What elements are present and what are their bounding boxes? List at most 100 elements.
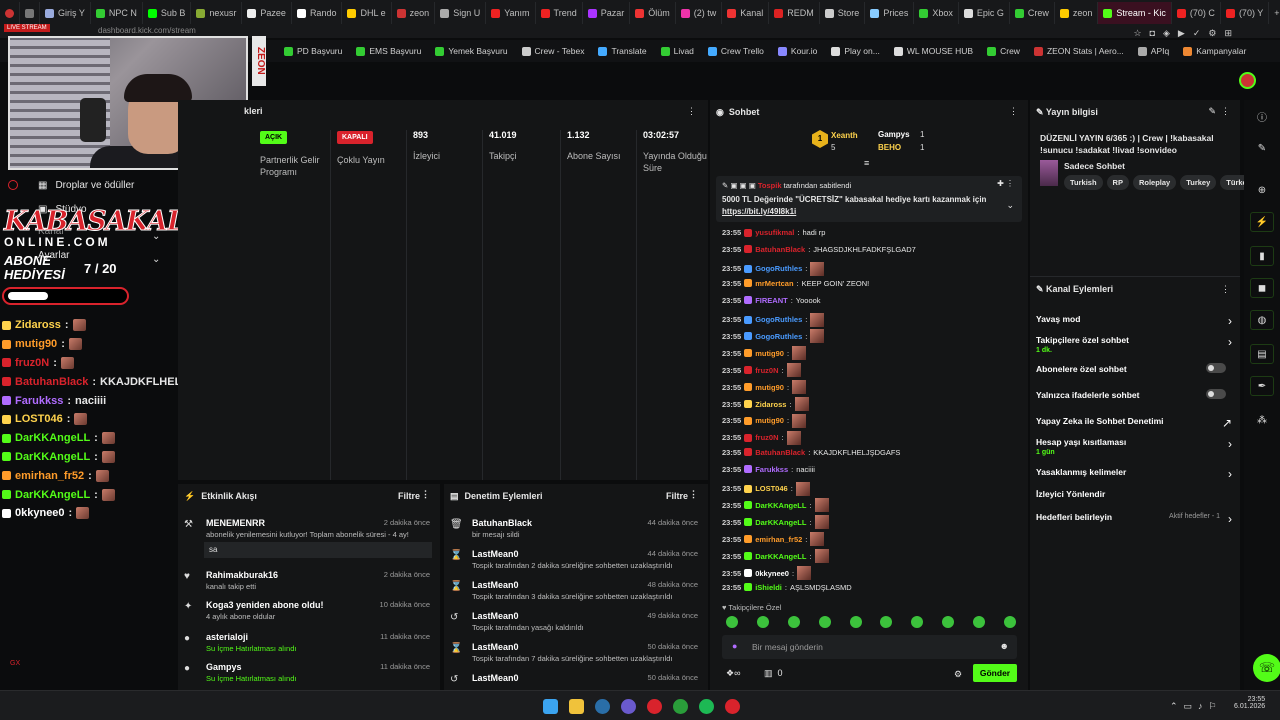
chat-username[interactable]: fruz0N	[755, 433, 778, 442]
chat-message[interactable]: 23:55 fruz0N:	[722, 363, 801, 378]
pin-icon[interactable]: ✚ ⋮	[997, 179, 1014, 188]
more-icon[interactable]: ⋮	[1009, 106, 1018, 117]
tag-pill[interactable]: Turkey	[1180, 175, 1217, 190]
bookmark[interactable]: Kampanyalar	[1183, 46, 1246, 56]
bookmark[interactable]: Translate	[598, 46, 647, 56]
chevron-right-icon[interactable]: ›	[1228, 335, 1232, 349]
chevron-down-icon[interactable]: ⌄	[1006, 200, 1014, 211]
chat-username[interactable]: GogoRuthles	[755, 332, 802, 341]
channel-action-row[interactable]: Hedefleri belirleyin › Aktif hedefler - 1	[1036, 512, 1232, 526]
chevron-right-icon[interactable]: ›	[1228, 437, 1232, 451]
bookmark[interactable]: Yemek Başvuru	[435, 46, 508, 56]
channel-action-row[interactable]: Takipçilere özel sohbet 1 dk. ›	[1036, 335, 1232, 354]
lightning-icon[interactable]: ⚡	[1250, 212, 1274, 232]
browser-tab[interactable]: DHL e	[342, 2, 392, 24]
browser-tab[interactable]: Yanım	[486, 2, 536, 24]
browser-tab[interactable]: (70) Y	[1221, 2, 1270, 24]
chat-username[interactable]: emirhan_fr52	[755, 535, 802, 544]
chat-username[interactable]: DarKKAngeLL	[755, 552, 806, 561]
more-icon[interactable]: ⋮	[687, 106, 696, 117]
discord-icon[interactable]	[621, 699, 636, 714]
chat-username[interactable]: BatuhanBlack	[755, 448, 805, 457]
browser-tab[interactable]: Ölüm	[630, 2, 676, 24]
browser-tab[interactable]: Prices	[865, 2, 915, 24]
chat-message[interactable]: 23:55 mutig90:	[722, 346, 807, 361]
browser-tab[interactable]: Giriş Y	[40, 2, 91, 24]
windows-start-icon[interactable]	[543, 699, 558, 714]
chat-message[interactable]: 23:55 LOST046:	[722, 481, 810, 496]
top-gifter-name[interactable]: Gampys	[878, 130, 910, 139]
channel-action-row[interactable]: Yalnızca ifadelerle sohbet	[1036, 389, 1232, 400]
more-icon[interactable]: ⋮	[689, 489, 698, 500]
pinned-message[interactable]: ✎ ▣ ▣ ▣ Tospik tarafından sabitlendi 500…	[716, 176, 1022, 222]
emote-icon[interactable]	[911, 616, 924, 628]
browser-tab[interactable]: Epic G	[959, 2, 1010, 24]
chat-message[interactable]: 23:55 iShieldi: AŞLSMDŞLASMD	[722, 583, 852, 592]
toggle-switch[interactable]	[1206, 363, 1226, 373]
opera-gx-icon[interactable]	[647, 699, 662, 714]
browser-tab[interactable]: Xbox	[914, 2, 959, 24]
bookmark[interactable]: APIq	[1137, 46, 1169, 56]
chat-username[interactable]: GogoRuthles	[755, 264, 802, 273]
spotify-icon[interactable]	[699, 699, 714, 714]
external-link-icon[interactable]: ↗	[1222, 416, 1232, 430]
chat-username[interactable]: DarKKAngeLL	[755, 518, 806, 527]
chat-username[interactable]: BatuhanBlack	[755, 245, 805, 254]
bookmark[interactable]: Crew Trello	[707, 46, 764, 56]
chat-message[interactable]: 23:55 0kkynee0:	[722, 566, 812, 580]
obs-icon[interactable]	[725, 699, 740, 714]
browser-tab[interactable]: (70) C	[1172, 2, 1221, 24]
browser-tab[interactable]: Store	[820, 2, 866, 24]
file-explorer-icon[interactable]	[569, 699, 584, 714]
stream-category[interactable]: Sadece Sohbet	[1064, 161, 1125, 171]
chat-username[interactable]: mrMertcan	[755, 279, 793, 288]
chat-message[interactable]: 23:55 DarKKAngeLL:	[722, 549, 829, 564]
gear-icon[interactable]: ⚙	[954, 669, 962, 680]
browser-tab[interactable]: zeon	[1055, 2, 1099, 24]
browser-tab[interactable]: Rando	[292, 2, 343, 24]
chat-username[interactable]: mutig90	[755, 349, 784, 358]
stack-icon[interactable]: ▤	[1250, 344, 1274, 364]
gift-icon[interactable]: ❖∞	[726, 668, 740, 679]
chat-username[interactable]: Farukkss	[755, 465, 788, 474]
browser-tab[interactable]: zeon	[392, 2, 436, 24]
bookmark[interactable]: PD Başvuru	[284, 46, 342, 56]
chat-message[interactable]: 23:55 DarKKAngeLL:	[722, 515, 829, 530]
new-tab-button[interactable]: +	[1269, 2, 1280, 24]
emote-icon[interactable]	[973, 616, 985, 628]
chat-input[interactable]: ● Bir mesaj gönderin ☻	[722, 635, 1017, 659]
browser-tab[interactable]: Stream - Kic	[1098, 2, 1172, 24]
avatar[interactable]	[1239, 72, 1256, 89]
browser-tab[interactable]: NPC N	[91, 2, 143, 24]
bookmark[interactable]: Crew	[987, 46, 1020, 56]
chat-message[interactable]: 23:55 FIREANT: Yooook	[722, 296, 821, 305]
chat-message[interactable]: 23:55 Farukkss: naciiii	[722, 465, 815, 474]
chat-username[interactable]: FIREANT	[755, 296, 788, 305]
note-icon[interactable]: ▮	[1250, 246, 1274, 266]
top-gifter-name[interactable]: BEHO	[878, 143, 901, 152]
browser-tab[interactable]: nexusr	[191, 2, 243, 24]
chat-username[interactable]: iShieldi	[755, 583, 782, 592]
browser-tab[interactable]: Pazee	[242, 2, 292, 24]
emote-icon[interactable]	[818, 616, 831, 628]
browser-menu-icon[interactable]	[0, 2, 20, 24]
emote-icon[interactable]	[942, 616, 955, 628]
chat-icon[interactable]: ◼	[1250, 278, 1274, 298]
support-icon[interactable]: ☏	[1253, 654, 1280, 682]
chat-message[interactable]: 23:55 GogoRuthles:	[722, 329, 825, 344]
chat-message[interactable]: 23:55 mutig90:	[722, 413, 807, 428]
chat-username[interactable]: LOST046	[755, 484, 788, 493]
menu-item-drops[interactable]: ▦ Droplar ve ödüller	[38, 180, 134, 191]
chat-username[interactable]: DarKKAngeLL	[755, 501, 806, 510]
tab-actions-icon[interactable]	[20, 2, 40, 24]
bookmark[interactable]: EMS Başvuru	[356, 46, 421, 56]
chat-message[interactable]: 23:55 Zidaross:	[722, 397, 809, 411]
chat-message[interactable]: 23:55 emirhan_fr52:	[722, 532, 825, 547]
apps-icon[interactable]: ⁂	[1250, 410, 1274, 430]
chat-message[interactable]: 23:55 GogoRuthles:	[722, 261, 825, 276]
bookmark[interactable]: Kour.io	[777, 46, 817, 56]
chat-message[interactable]: 23:55 mrMertcan: KEEP GOIN' ZEON!	[722, 279, 869, 288]
chevron-right-icon[interactable]: ›	[1228, 467, 1232, 481]
chat-username[interactable]: fruz0N	[755, 366, 778, 375]
send-button[interactable]: Gönder	[973, 664, 1017, 682]
